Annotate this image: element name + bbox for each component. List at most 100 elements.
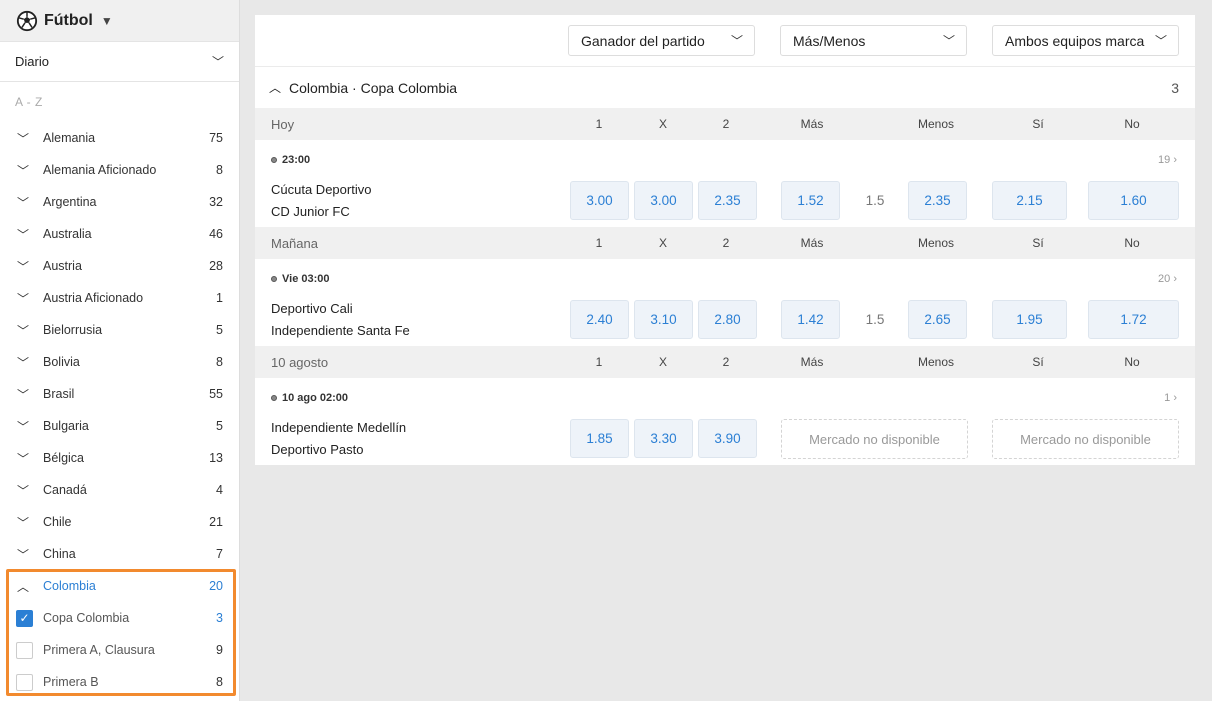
- caret-down-icon: ▼: [100, 13, 113, 28]
- total-line: 1.5: [865, 312, 885, 327]
- country-name: Argentina: [43, 195, 97, 209]
- chevron-down-icon: ﹀: [1154, 34, 1167, 48]
- sidebar-country-item[interactable]: ﹀ China 7: [0, 538, 239, 570]
- match-time-text: 23:00: [282, 154, 311, 166]
- sidebar-country-item[interactable]: ︿ Colombia 20: [0, 570, 239, 602]
- more-markets-link[interactable]: 1 ›: [1164, 392, 1177, 404]
- country-name: Austria Aficionado: [43, 291, 144, 305]
- away-team: CD Junior FC: [271, 204, 350, 219]
- sidebar-country-item[interactable]: ﹀ Bolivia 8: [0, 346, 239, 378]
- country-name: Alemania: [43, 131, 96, 145]
- odds-button-no[interactable]: 1.60: [1088, 181, 1179, 220]
- sidebar-country-item[interactable]: ﹀ Brasil 55: [0, 378, 239, 410]
- market-label: Ambos equipos marcan: [1005, 32, 1145, 49]
- country-count: 28: [209, 259, 223, 273]
- sidebar-country-item[interactable]: ﹀ Chile 21: [0, 506, 239, 538]
- sport-selector[interactable]: Fútbol ▼: [0, 0, 239, 42]
- period-selector[interactable]: Diario ﹀: [0, 42, 239, 82]
- odds-button-1[interactable]: 1.85: [570, 419, 629, 458]
- league-name: Primera A, Clausura: [43, 643, 155, 657]
- country-count: 4: [216, 483, 223, 497]
- odds-button-2[interactable]: 2.80: [698, 300, 757, 339]
- sidebar-country-item[interactable]: ﹀ Argentina 32: [0, 186, 239, 218]
- match-row[interactable]: Vie 03:00 20 › Deportivo Cali Independiente…: [255, 259, 1195, 346]
- sidebar-country-item[interactable]: ﹀ Canadá 4: [0, 474, 239, 506]
- market-dropdown-winner[interactable]: Ganador del partido ﹀: [568, 25, 755, 56]
- sidebar-country-item[interactable]: ﹀ Australia 46: [0, 218, 239, 250]
- sidebar-country-item[interactable]: ﹀ Austria 28: [0, 250, 239, 282]
- column-header-h2: 2: [722, 117, 730, 131]
- odds-button-over[interactable]: 1.42: [781, 300, 840, 339]
- column-header-hx: X: [658, 117, 667, 131]
- odds-button-yes[interactable]: 2.15: [992, 181, 1067, 220]
- odds-button-yes[interactable]: 1.95: [992, 300, 1067, 339]
- match-time: 10 ago 02:00: [271, 392, 348, 404]
- competition-count: 3: [1171, 79, 1179, 96]
- league-count: 3: [216, 611, 223, 625]
- sidebar-country-item[interactable]: ﹀ Bulgaria 5: [0, 410, 239, 442]
- market-dropdown-total[interactable]: Más/Menos ﹀: [780, 25, 967, 56]
- country-count: 8: [216, 355, 223, 369]
- country-name: Chile: [43, 515, 72, 529]
- competition-header[interactable]: ︿ Colombia · Copa Colombia 3: [255, 67, 1195, 108]
- more-markets-link[interactable]: 19 ›: [1158, 154, 1177, 166]
- market-dropdown-btts[interactable]: Ambos equipos marcan ﹀: [992, 25, 1179, 56]
- country-count: 20: [209, 579, 223, 593]
- league-item[interactable]: Primera A, Clausura 9: [0, 634, 239, 666]
- odds-button-2[interactable]: 2.35: [698, 181, 757, 220]
- league-item[interactable]: Primera B 8: [0, 666, 239, 698]
- match-row[interactable]: 23:00 19 › Cúcuta Deportivo CD Junior FC 3.0…: [255, 140, 1195, 227]
- country-count: 32: [209, 195, 223, 209]
- sidebar-country-item[interactable]: ﹀ Alemania Aficionado 8: [0, 154, 239, 186]
- chevron-down-icon: ﹀: [16, 163, 29, 178]
- total-line: 1.5: [865, 193, 885, 208]
- match-time-text: 10 ago 02:00: [282, 392, 349, 404]
- chevron-down-icon: ﹀: [16, 483, 29, 498]
- more-markets-link[interactable]: 20 ›: [1158, 273, 1177, 285]
- country-name: Canadá: [43, 483, 87, 497]
- chevron-up-icon: ︿: [269, 81, 282, 95]
- match-row[interactable]: 10 ago 02:00 1 › Independiente Medellín Dep…: [255, 378, 1195, 465]
- country-count: 55: [209, 387, 223, 401]
- home-team: Deportivo Cali: [271, 301, 353, 316]
- day-label: Hoy: [271, 116, 295, 132]
- odds-button-1[interactable]: 2.40: [570, 300, 629, 339]
- market-selectors: Ganador del partido ﹀ Más/Menos ﹀ Ambos …: [255, 15, 1195, 67]
- chevron-right-icon: ›: [1173, 154, 1177, 166]
- sidebar-country-item[interactable]: ﹀ Bélgica 13: [0, 442, 239, 474]
- column-header-no: No: [1124, 236, 1140, 250]
- chevron-down-icon: ﹀: [16, 515, 29, 530]
- column-header-si: Sí: [1032, 117, 1044, 131]
- league-checkbox[interactable]: [16, 641, 33, 659]
- league-checkbox[interactable]: [16, 673, 33, 691]
- competition-title: Colombia · Copa Colombia: [289, 79, 458, 96]
- odds-button-1[interactable]: 3.00: [570, 181, 629, 220]
- odds-button-x[interactable]: 3.00: [634, 181, 693, 220]
- events-panel: Ganador del partido ﹀ Más/Menos ﹀ Ambos …: [255, 15, 1195, 465]
- sidebar-country-item[interactable]: ﹀ Alemania 75: [0, 122, 239, 154]
- league-name: Primera B: [43, 675, 99, 689]
- league-checkbox[interactable]: ✓: [16, 609, 33, 627]
- league-item[interactable]: ✓ Copa Colombia 3: [0, 602, 239, 634]
- odds-button-over[interactable]: 1.52: [781, 181, 840, 220]
- live-dot-icon: [271, 395, 277, 401]
- more-markets-count: 20: [1158, 273, 1171, 285]
- odds-button-under[interactable]: 2.65: [908, 300, 967, 339]
- sidebar-country-item[interactable]: ﹀ Bielorrusia 5: [0, 314, 239, 346]
- odds-button-under[interactable]: 2.35: [908, 181, 967, 220]
- odds-button-no[interactable]: 1.72: [1088, 300, 1179, 339]
- odds-button-x[interactable]: 3.30: [634, 419, 693, 458]
- country-count: 7: [216, 547, 223, 561]
- odds-button-2[interactable]: 3.90: [698, 419, 757, 458]
- country-name: Alemania Aficionado: [43, 163, 157, 177]
- odds-button-x[interactable]: 3.10: [634, 300, 693, 339]
- market-unavailable: Mercado no disponible: [992, 419, 1179, 459]
- live-dot-icon: [271, 157, 277, 163]
- day-header-row: 10 agosto 1 X 2 Más Menos Sí No: [255, 346, 1195, 378]
- country-count: 5: [216, 323, 223, 337]
- sidebar-country-item[interactable]: ﹀ Austria Aficionado 1: [0, 282, 239, 314]
- soccer-ball-icon: [16, 10, 38, 31]
- market-unavailable: Mercado no disponible: [781, 419, 968, 459]
- away-team: Independiente Santa Fe: [271, 323, 410, 338]
- chevron-right-icon: ›: [1173, 392, 1177, 404]
